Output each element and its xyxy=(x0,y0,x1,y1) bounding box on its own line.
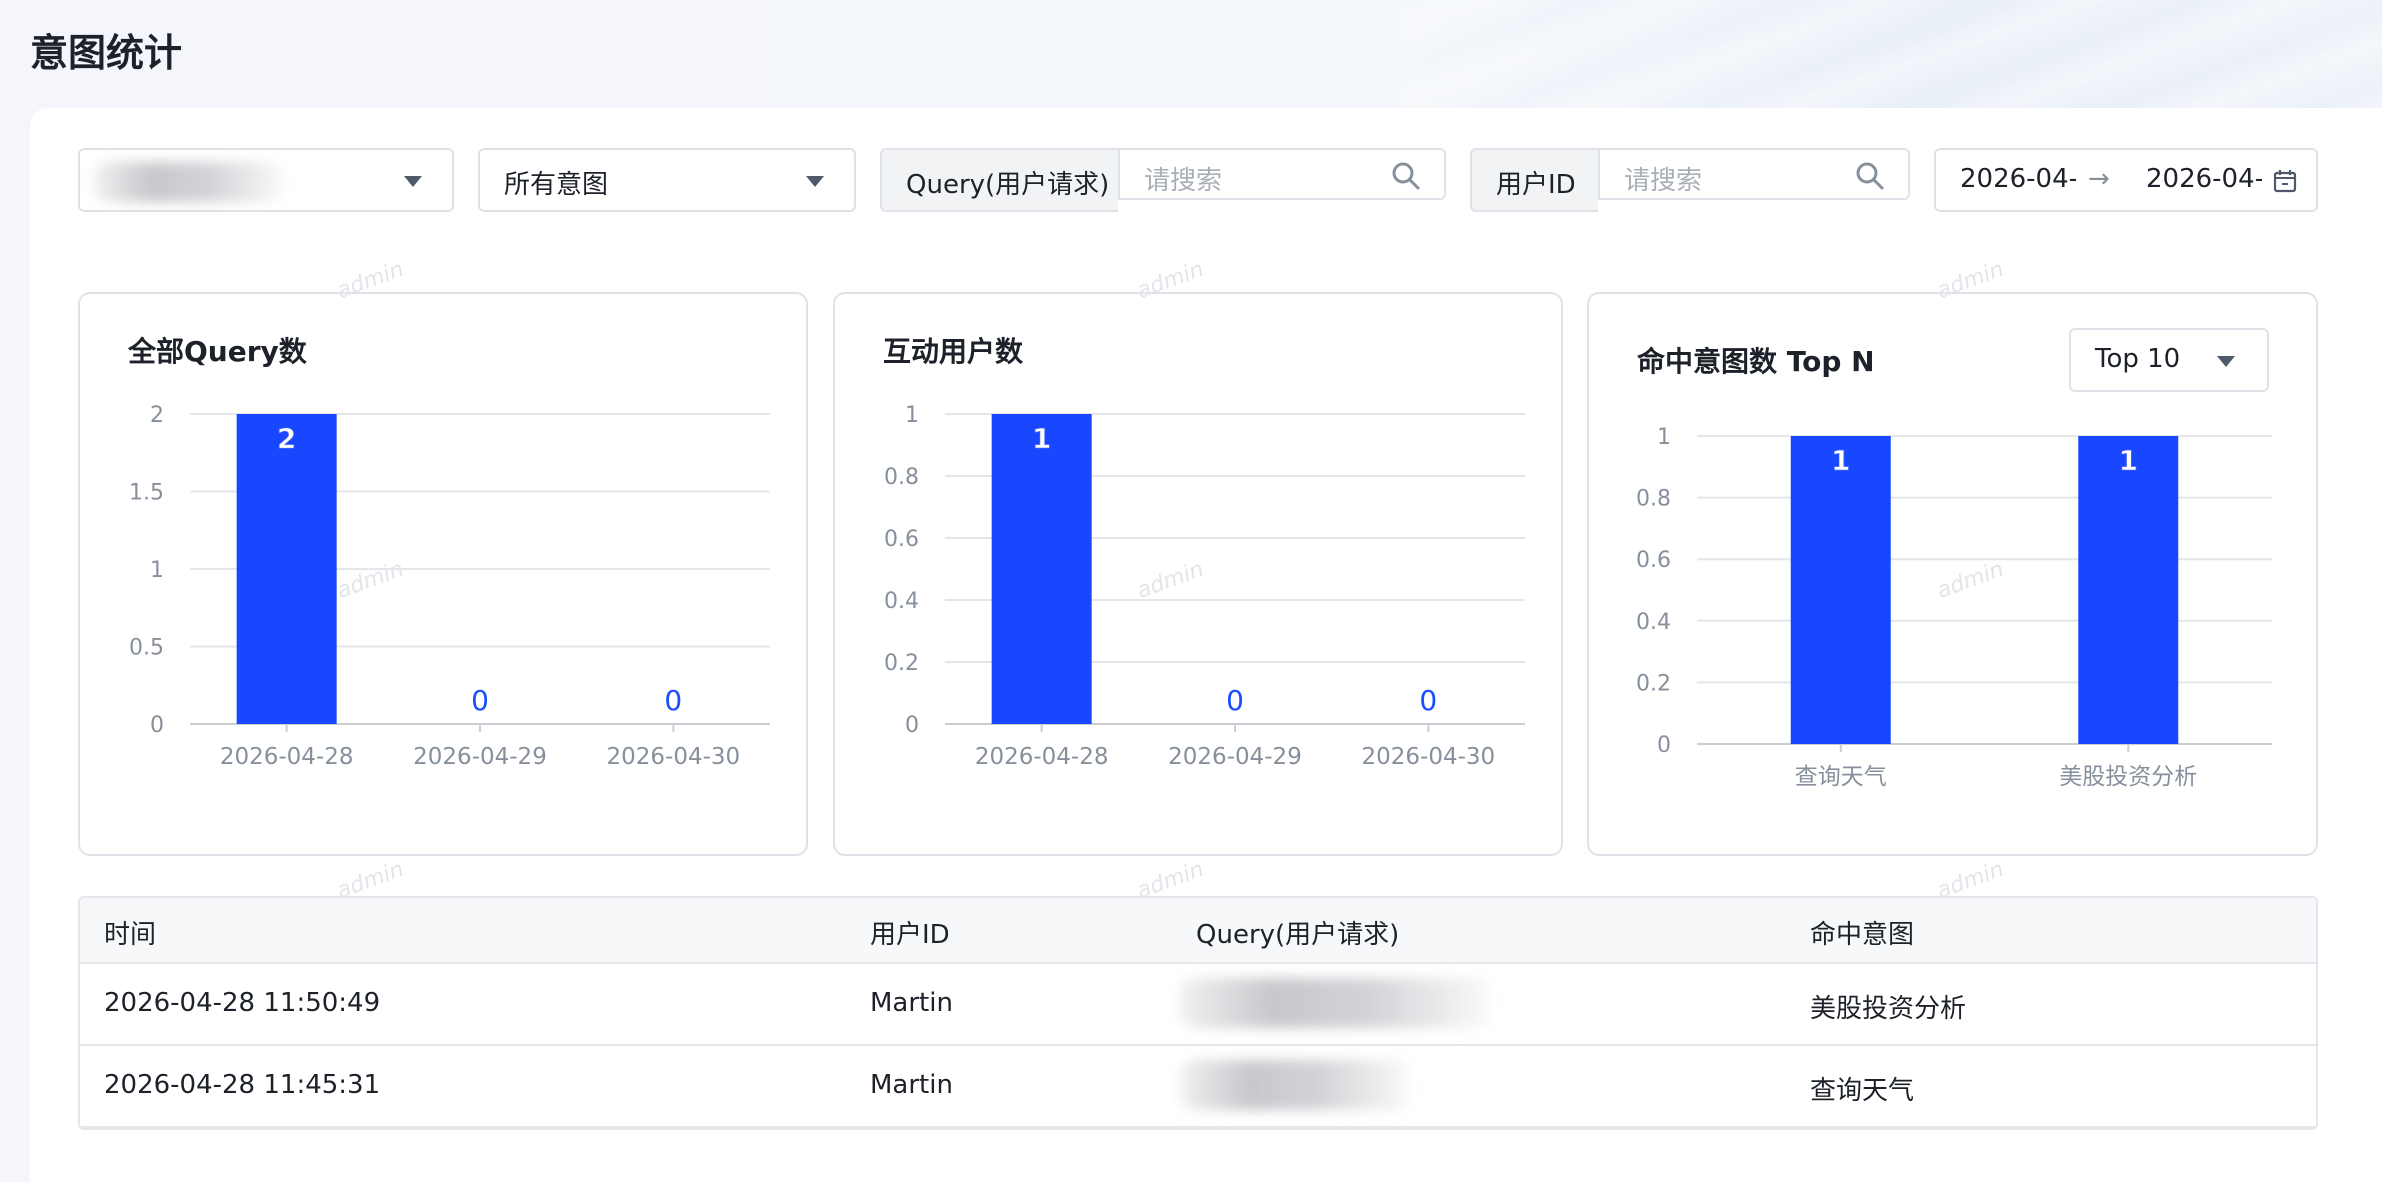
userid-search-placeholder: 请搜索 xyxy=(1624,166,1703,196)
data-label: 1 xyxy=(1831,444,1850,477)
x-tick-label: 2026-04-29 xyxy=(1168,744,1302,770)
date-end-input[interactable]: 2026-04-3 xyxy=(2146,164,2262,194)
x-tick-label: 2026-04-29 xyxy=(413,744,547,770)
y-tick-label: 1.5 xyxy=(129,481,164,506)
search-icon[interactable] xyxy=(1854,160,1886,192)
page-title: 意图统计 xyxy=(30,31,183,75)
date-range-picker[interactable]: 2026-04-2 → 2026-04-3 xyxy=(1934,148,2318,212)
chevron-down-icon xyxy=(404,176,422,187)
data-label: 1 xyxy=(2119,444,2138,477)
column-header-time: 时间 xyxy=(104,920,157,950)
y-tick-label: 0.6 xyxy=(1636,548,1671,573)
y-tick-label: 0.2 xyxy=(1636,671,1671,696)
userid-label: 用户ID xyxy=(1470,148,1598,212)
table-row[interactable]: 2026-04-28 11:50:49 Martin 美股投资分析 xyxy=(80,964,2316,1046)
y-tick-label: 0.5 xyxy=(129,636,164,661)
data-label: 2 xyxy=(277,422,296,455)
y-tick-label: 0 xyxy=(905,713,919,738)
bar xyxy=(236,414,337,724)
y-tick-label: 1 xyxy=(150,558,164,583)
total-query-chart: 0 0.5 1 1.5 2 2 2026-04-28 0 2026-04-29 0 2026-04-… xyxy=(129,403,770,770)
date-start-input[interactable]: 2026-04-2 xyxy=(1960,164,2076,194)
data-label: 0 xyxy=(471,684,489,717)
y-tick-label: 0.8 xyxy=(1636,487,1671,512)
bar xyxy=(991,414,1092,724)
table-header: 时间 用户ID Query(用户请求) 命中意图 xyxy=(80,898,2316,964)
y-tick-label: 0.6 xyxy=(884,527,919,552)
intent-select[interactable]: 所有意图 xyxy=(478,148,856,212)
y-tick-label: 2 xyxy=(150,403,164,428)
column-header-intent: 命中意图 xyxy=(1810,920,1915,950)
x-tick-label: 美股投资分析 xyxy=(2059,764,2197,790)
cell-query-blurred xyxy=(1180,978,1490,1028)
x-tick-label: 2026-04-30 xyxy=(606,744,740,770)
cell-intent: 美股投资分析 xyxy=(1810,994,1967,1024)
y-tick-label: 0.4 xyxy=(1636,610,1671,635)
cell-time: 2026-04-28 11:45:31 xyxy=(104,1070,381,1100)
bar xyxy=(1790,436,1891,744)
table-row[interactable]: 2026-04-28 11:45:31 Martin 查询天气 xyxy=(80,1046,2316,1128)
y-tick-label: 1 xyxy=(1657,425,1671,450)
app-select-value-blurred xyxy=(94,162,284,202)
y-tick-label: 1 xyxy=(905,403,919,428)
x-tick-label: 2026-04-28 xyxy=(975,744,1109,770)
cell-time: 2026-04-28 11:50:49 xyxy=(104,988,381,1018)
search-icon[interactable] xyxy=(1390,160,1422,192)
data-label: 0 xyxy=(664,684,682,717)
data-label: 0 xyxy=(1419,684,1437,717)
query-search-placeholder: 请搜索 xyxy=(1144,166,1223,196)
y-tick-label: 0.2 xyxy=(884,651,919,676)
cell-query-blurred xyxy=(1180,1060,1410,1110)
x-tick-label: 2026-04-30 xyxy=(1361,744,1495,770)
calendar-icon[interactable] xyxy=(2272,168,2298,194)
records-table: 时间 用户ID Query(用户请求) 命中意图 2026-04-28 11:5… xyxy=(78,896,2318,1130)
data-label: 1 xyxy=(1032,422,1051,455)
column-header-query: Query(用户请求) xyxy=(1196,920,1400,950)
data-label: 0 xyxy=(1226,684,1244,717)
x-tick-label: 查询天气 xyxy=(1795,764,1887,790)
userid-search-input[interactable]: 请搜索 xyxy=(1598,148,1910,200)
chevron-down-icon xyxy=(806,176,824,187)
app-select[interactable] xyxy=(78,148,454,212)
cell-user-id: Martin xyxy=(870,988,953,1018)
query-label: Query(用户请求) xyxy=(880,148,1118,212)
bar xyxy=(2078,436,2179,744)
y-tick-label: 0.8 xyxy=(884,465,919,490)
x-tick-label: 2026-04-28 xyxy=(220,744,354,770)
y-tick-label: 0 xyxy=(150,713,164,738)
y-tick-label: 0.4 xyxy=(884,589,919,614)
intent-select-value: 所有意图 xyxy=(504,170,609,200)
cell-user-id: Martin xyxy=(870,1070,953,1100)
date-range-arrow: → xyxy=(2088,164,2110,194)
chart-card-total-query: 全部Query数 0 0.5 1 1.5 2 2 2026-04-28 0 2026-04-29… xyxy=(78,292,808,856)
query-search-input[interactable]: 请搜索 xyxy=(1118,148,1446,200)
y-tick-label: 0 xyxy=(1657,733,1671,758)
column-header-user-id: 用户ID xyxy=(870,920,950,950)
cell-intent: 查询天气 xyxy=(1810,1076,1915,1106)
